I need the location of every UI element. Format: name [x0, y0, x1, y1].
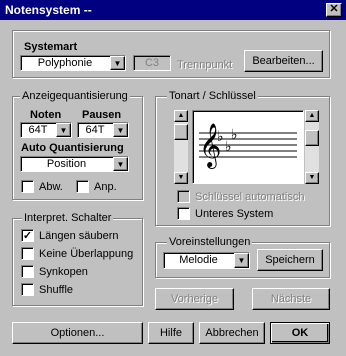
chevron-up-icon[interactable]: ▲ [174, 110, 188, 122]
close-icon[interactable]: ✕ [326, 3, 342, 17]
clean-lengths-label: Längen säubern [39, 230, 119, 242]
no-overlap-checkbox[interactable] [21, 247, 34, 260]
options-button[interactable]: Optionen... [12, 322, 143, 344]
clef-scrollbar[interactable]: ▲ ▼ [305, 110, 319, 184]
next-button[interactable]: Nächste [252, 288, 330, 310]
presets-legend: Voreinstellungen [167, 236, 253, 248]
lower-system-label: Unteres System [195, 208, 274, 220]
staff-display: ♭ ♭ ♭ 𝄞 [192, 110, 304, 184]
abw-checkbox[interactable] [21, 180, 34, 193]
auto-clef-checkbox[interactable] [177, 190, 190, 203]
auto-quant-value: Position [46, 158, 87, 170]
previous-button[interactable]: Vorherige [155, 288, 234, 310]
systemart-select[interactable]: Polyphonie ▼ [20, 55, 126, 71]
chevron-down-icon[interactable]: ▼ [234, 253, 249, 268]
key-scrollbar[interactable]: ▲ ▼ [174, 110, 188, 184]
notes-label: Noten [30, 109, 62, 121]
clean-lengths-checkbox[interactable]: ✓ [21, 229, 34, 242]
rests-quant-value: 64T [85, 124, 105, 136]
help-button[interactable]: Hilfe [148, 322, 194, 344]
systemart-label: Systemart [24, 41, 78, 53]
syncopation-label: Synkopen [39, 266, 88, 278]
presets-value: Melodie [179, 254, 218, 266]
interpret-legend: Interpret. Schalter [22, 212, 114, 224]
svg-text:♭: ♭ [231, 127, 238, 143]
chevron-down-icon[interactable]: ▼ [113, 123, 128, 137]
split-point-field[interactable]: C3 [133, 55, 171, 71]
title-bar: Notensystem -- [0, 0, 346, 20]
save-preset-button[interactable]: Speichern [257, 249, 323, 271]
rests-label: Pausen [82, 109, 122, 121]
shuffle-label: Shuffle [39, 284, 74, 296]
auto-quant-label: Auto Quantisierung [21, 142, 124, 154]
chevron-down-icon[interactable]: ▼ [174, 172, 188, 184]
quantize-legend: Anzeigequantisierung [20, 90, 130, 102]
chevron-down-icon[interactable]: ▼ [305, 172, 319, 184]
edit-button[interactable]: Bearbeiten... [244, 50, 323, 72]
auto-clef-label: Schlüssel automatisch [195, 191, 305, 203]
notes-quant-select[interactable]: 64T ▼ [20, 122, 72, 138]
window-title: Notensystem -- [5, 3, 92, 17]
chevron-down-icon[interactable]: ▼ [113, 157, 128, 171]
split-point-label: Trennpunkt [177, 59, 233, 71]
rests-quant-select[interactable]: 64T ▼ [77, 122, 129, 138]
chevron-down-icon[interactable]: ▼ [110, 56, 125, 70]
clef-scroll-thumb[interactable] [305, 130, 319, 146]
presets-select[interactable]: Melodie ▼ [163, 252, 250, 269]
systemart-value: Polyphonie [37, 57, 93, 69]
abw-label: Abw. [39, 181, 63, 193]
notes-quant-value: 64T [28, 124, 48, 136]
key-legend: Tonart / Schlüssel [167, 90, 258, 102]
cancel-button[interactable]: Abbrechen [199, 322, 265, 344]
syncopation-checkbox[interactable] [21, 265, 34, 278]
chevron-down-icon[interactable]: ▼ [56, 123, 71, 137]
key-scroll-thumb[interactable] [174, 124, 188, 140]
ok-button[interactable]: OK [270, 322, 330, 344]
lower-system-checkbox[interactable] [177, 207, 190, 220]
treble-clef-icon: 𝄞 [199, 123, 222, 167]
anp-checkbox[interactable] [76, 180, 89, 193]
shuffle-checkbox[interactable] [21, 283, 34, 296]
auto-quant-select[interactable]: Position ▼ [20, 156, 129, 172]
chevron-up-icon[interactable]: ▲ [305, 110, 319, 122]
no-overlap-label: Keine Überlappung [39, 248, 134, 260]
anp-label: Anp. [94, 181, 117, 193]
